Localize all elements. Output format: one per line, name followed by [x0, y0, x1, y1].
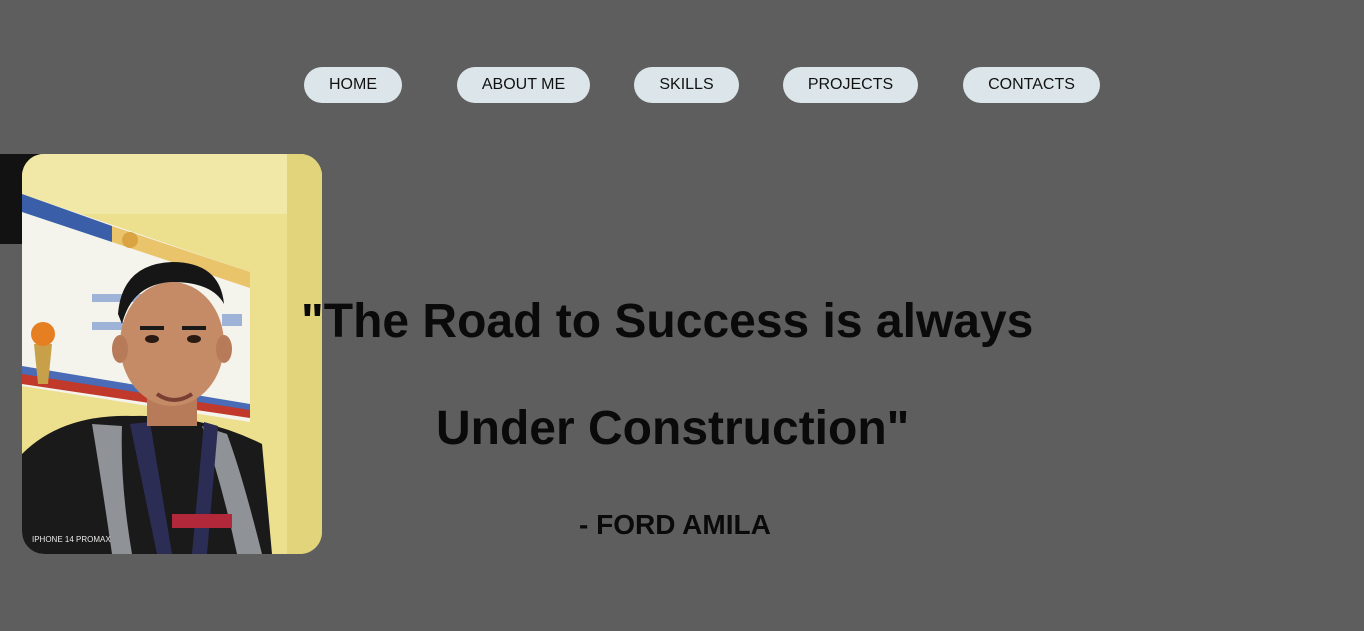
hero-quote-line-1: "The Road to Success is always	[301, 295, 1034, 348]
nav-skills-button[interactable]: SKILLS	[634, 67, 739, 103]
nav-about-me-button[interactable]: ABOUT ME	[457, 67, 590, 103]
hero-quote-line-2: Under Construction"	[436, 402, 910, 455]
nav-home-button[interactable]: HOME	[304, 67, 402, 103]
profile-photo: IPHONE 14 PROMAX	[22, 154, 322, 554]
page: HOME ABOUT ME SKILLS PROJECTS CONTACTS I…	[0, 0, 1364, 631]
main-nav: HOME ABOUT ME SKILLS PROJECTS CONTACTS	[0, 67, 1364, 103]
quote-author: - FORD AMILA	[579, 509, 771, 540]
profile-photo-illustration	[22, 154, 322, 554]
nav-contacts-button[interactable]: CONTACTS	[963, 67, 1100, 103]
nav-projects-button[interactable]: PROJECTS	[783, 67, 918, 103]
